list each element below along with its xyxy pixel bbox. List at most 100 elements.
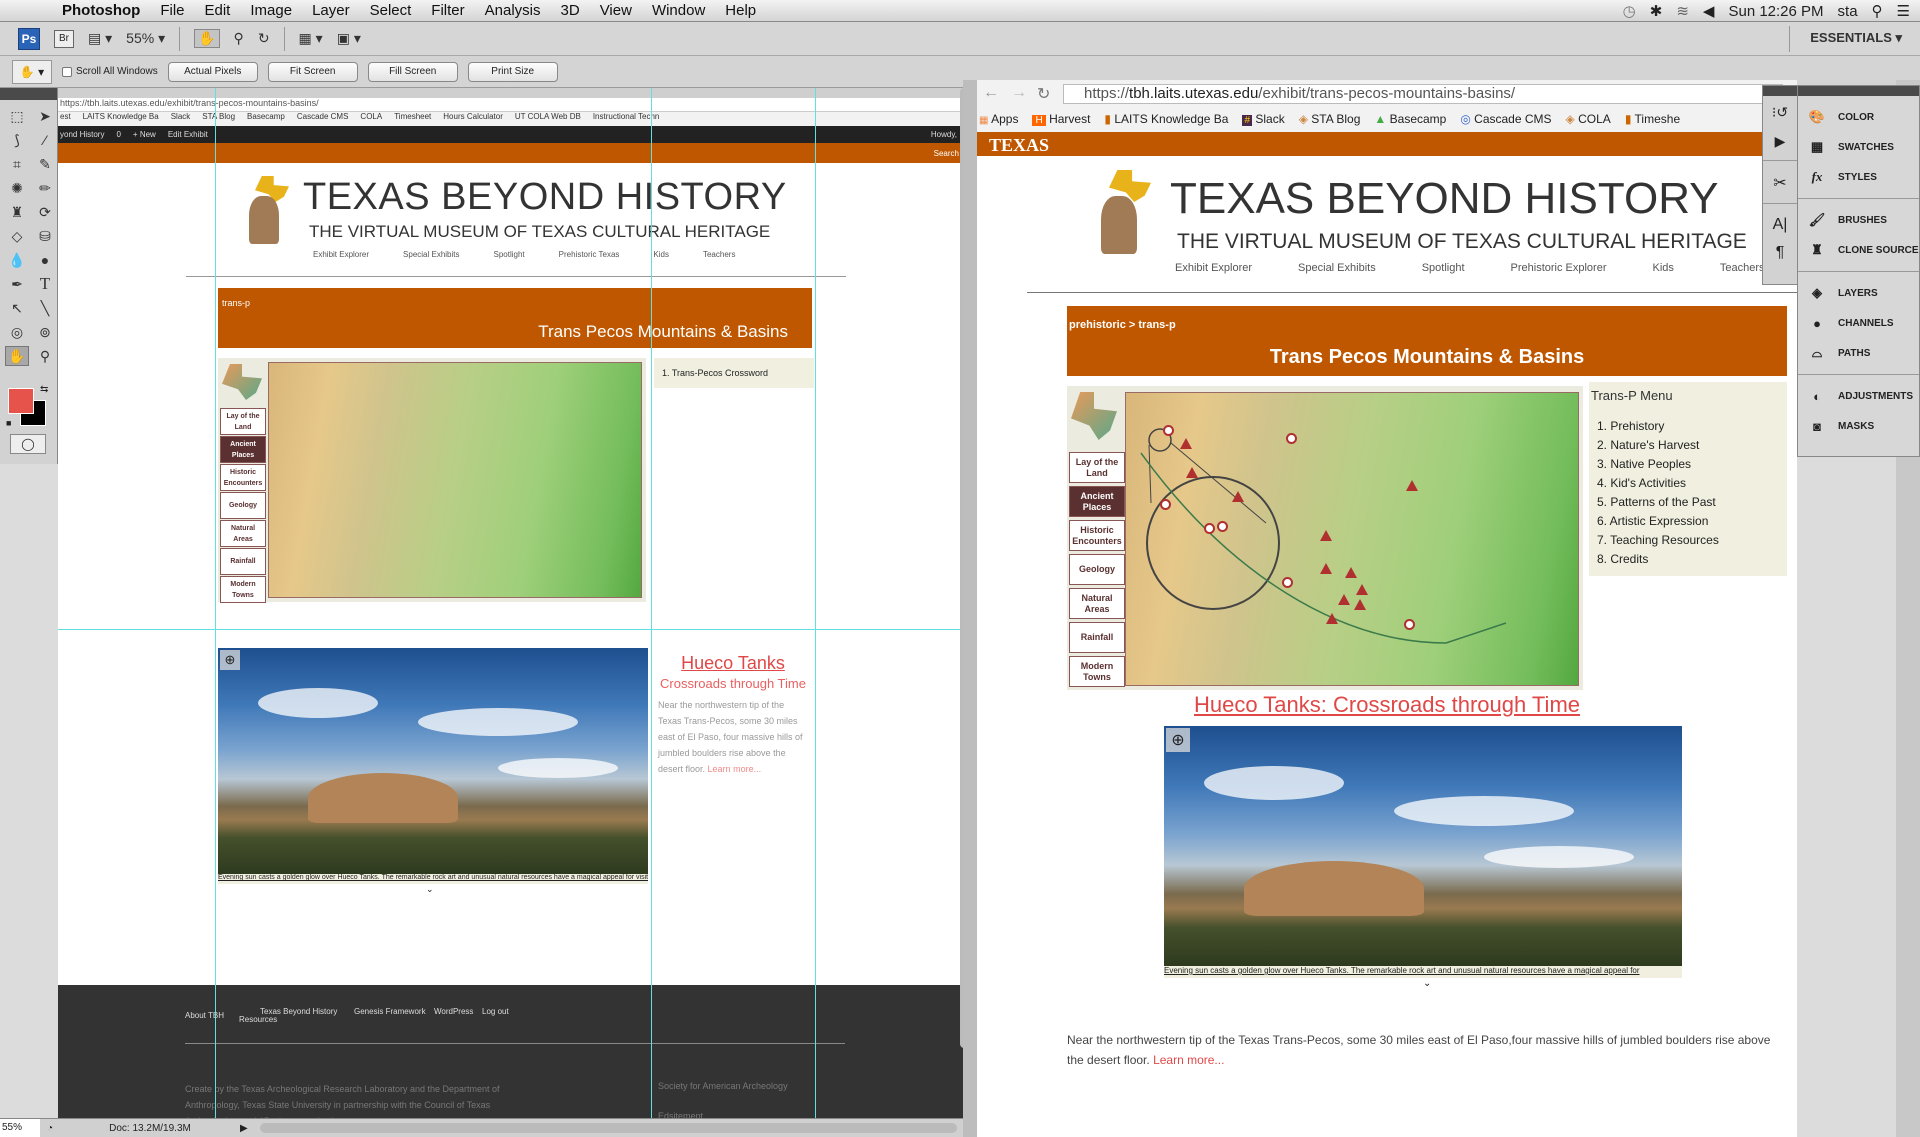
actual-pixels-button[interactable]: Actual Pixels [167,61,258,82]
path-selection-tool-icon[interactable]: ↖ [5,298,29,318]
menu-item-teaching-resources[interactable]: 7. Teaching Resources [1597,533,1787,552]
map-site-triangle-marker[interactable] [1338,594,1350,605]
menu-help[interactable]: Help [715,2,766,19]
breadcrumb[interactable]: prehistoric > trans-p [1069,319,1176,331]
menu-analysis[interactable]: Analysis [475,2,551,19]
expand-caption-icon[interactable]: ⌄ [1423,978,1431,989]
quick-mask-button[interactable]: ◯ [10,434,46,454]
map-button-natural-areas[interactable]: Natural Areas [1069,588,1125,619]
zoom-tool-icon[interactable]: ⚲ [234,30,244,47]
pen-tool-icon[interactable]: ✒ [5,274,29,294]
tool-presets-icon[interactable]: ✂ [1763,160,1797,193]
feature-heading[interactable]: Hueco Tanks: Crossroads through Time [977,692,1797,718]
adjustments-panel-button[interactable]: ◐ ADJUSTMENTS [1798,381,1919,411]
menu-item-natures-harvest[interactable]: 2. Nature's Harvest [1597,438,1787,457]
nav-exhibit-explorer[interactable]: Exhibit Explorer [1175,262,1252,274]
bookmark-slack[interactable]: # Slack [1242,112,1285,126]
hand-tool-icon[interactable]: ✋ [5,346,29,366]
strip-header[interactable] [1763,86,1797,96]
zoom-in-icon[interactable]: ⊕ [220,650,240,670]
bookmark-harvest[interactable]: H Harvest [1032,112,1090,126]
rotate-view-icon[interactable]: ↻ [258,30,270,47]
marquee-tool-icon[interactable]: ⬚ [5,106,29,126]
map-site-circle-marker[interactable] [1163,425,1174,436]
status-icon[interactable]: ◔ [40,1123,60,1134]
menu-item-native-peoples[interactable]: 3. Native Peoples [1597,457,1787,476]
paths-panel-button[interactable]: ⌓ PATHS [1798,338,1919,368]
map-site-triangle-marker[interactable] [1186,467,1198,478]
brushes-panel-button[interactable]: 🖌 BRUSHES [1798,205,1919,235]
paragraph-icon[interactable]: ¶ [1763,234,1797,262]
footer-about[interactable]: About TBH [185,1011,224,1020]
spotlight-icon[interactable]: ⚲ [1872,2,1883,20]
hueco-tanks-photo[interactable]: ⊕ [1164,726,1682,966]
bookmark-cascade[interactable]: ◎ Cascade CMS [1460,112,1551,126]
status-zoom[interactable]: 55% [0,1119,40,1137]
trans-pecos-map[interactable] [268,362,642,598]
learn-more-link[interactable]: Learn more... [1153,1053,1224,1067]
channels-panel-button[interactable]: ● CHANNELS [1798,308,1919,338]
scroll-all-windows-checkbox[interactable]: Scroll All Windows [62,66,158,77]
color-panel-button[interactable]: 🎨 COLOR [1798,102,1919,132]
menu-window[interactable]: Window [642,2,715,19]
footer-logout[interactable]: Log out [482,1007,509,1016]
menu-3d[interactable]: 3D [551,2,590,19]
bookmark-laits[interactable]: ▮ LAITS Knowledge Ba [1104,112,1228,126]
wifi-icon[interactable]: ≋ [1676,2,1689,20]
map-site-circle-marker[interactable] [1204,523,1215,534]
menu-filter[interactable]: Filter [421,2,474,19]
horizontal-scrollbar[interactable] [260,1123,957,1133]
healing-brush-tool-icon[interactable]: ✺ [5,178,29,198]
history-icon[interactable]: ⁝↺ [1763,96,1797,121]
map-button-modern-towns[interactable]: Modern Towns [220,576,266,603]
tool-preset-picker[interactable]: ✋ ▾ [12,59,52,84]
map-button-rainfall[interactable]: Rainfall [220,548,266,575]
nav-prehistoric-explorer[interactable]: Prehistoric Explorer [1511,262,1607,274]
clone-stamp-tool-icon[interactable]: ♜ [5,202,29,222]
menu-image[interactable]: Image [240,2,302,19]
zoom-level-dropdown[interactable]: 55% ▾ [126,30,165,47]
back-icon[interactable]: ← [983,84,999,102]
menu-edit[interactable]: Edit [195,2,241,19]
map-site-triangle-marker[interactable] [1180,438,1192,449]
bookmark-apps[interactable]: ▦ Apps [979,112,1018,126]
nav-teachers[interactable]: Teachers [1720,262,1765,274]
map-site-circle-marker[interactable] [1404,619,1415,630]
swatches-panel-button[interactable]: ▦ SWATCHES [1798,132,1919,162]
masks-panel-button[interactable]: ◙ MASKS [1798,411,1919,441]
3d-camera-tool-icon[interactable]: ⊚ [33,322,57,342]
map-button-modern-towns[interactable]: Modern Towns [1069,656,1125,687]
map-site-circle-marker[interactable] [1282,577,1293,588]
reload-icon[interactable]: ↻ [1037,84,1050,104]
arrange-documents-icon[interactable]: ▦ ▾ [299,30,323,47]
map-site-circle-marker[interactable] [1217,521,1228,532]
paint-bucket-tool-icon[interactable]: ⛁ [33,226,57,246]
menu-view[interactable]: View [590,2,642,19]
zoom-in-icon[interactable]: ⊕ [1166,728,1190,752]
bookmark-sta-blog[interactable]: ◈ STA Blog [1299,112,1361,126]
eraser-tool-icon[interactable]: ◇ [5,226,29,246]
nav-special-exhibits[interactable]: Special Exhibits [1298,262,1376,274]
texas-locator-icon[interactable] [1071,392,1117,440]
bluetooth-icon[interactable]: ✱ [1650,2,1663,20]
menu-item-credits[interactable]: 8. Credits [1597,552,1787,571]
map-site-circle-marker[interactable] [1286,433,1297,444]
menu-app-name[interactable]: Photoshop [52,2,150,19]
type-tool-icon[interactable]: T [33,274,57,294]
map-button-lay-of-the-land[interactable]: Lay of the Land [1069,452,1125,483]
guide-line[interactable] [815,88,816,1118]
footer-genesis[interactable]: Genesis Framework [354,1007,426,1016]
menu-item-prehistory[interactable]: 1. Prehistory [1597,419,1787,438]
footer-saa[interactable]: Society for American Archeology [658,1081,788,1091]
tools-panel-header[interactable] [0,88,57,100]
blur-tool-icon[interactable]: 💧 [5,250,29,270]
fill-screen-button[interactable]: Fill Screen [367,61,458,82]
move-tool-icon[interactable]: ➤ [33,106,57,126]
menu-item-artistic-expression[interactable]: 6. Artistic Expression [1597,514,1787,533]
hand-tool-icon[interactable]: ✋ [194,29,220,48]
mini-bridge-icon[interactable]: ▤ ▾ [88,30,112,47]
clock[interactable]: Sun 12:26 PM [1728,3,1823,20]
map-site-triangle-marker[interactable] [1356,584,1368,595]
texas-wordmark[interactable]: TEXAS [989,135,1049,156]
screen-mode-icon[interactable]: ▣ ▾ [337,30,361,47]
